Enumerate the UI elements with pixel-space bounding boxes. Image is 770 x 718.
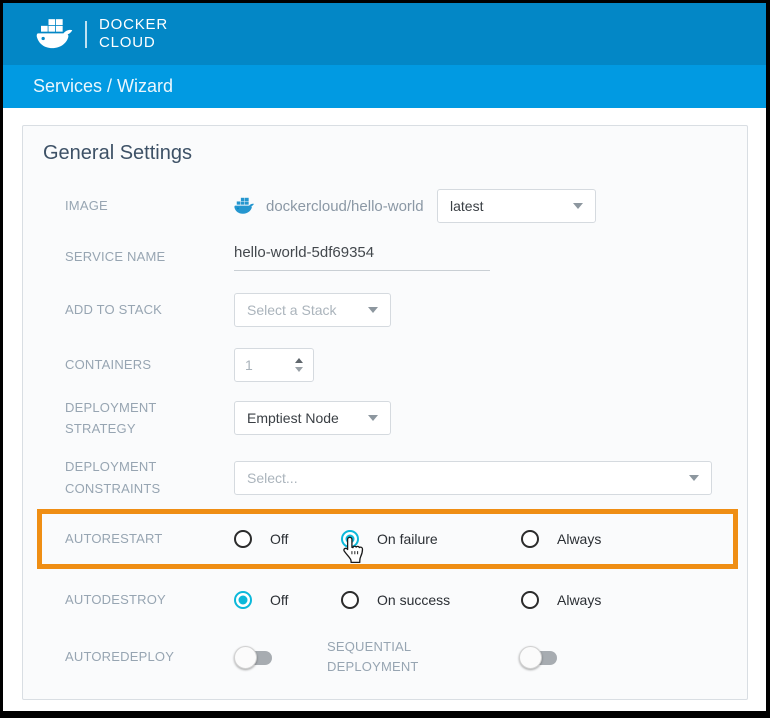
autorestart-label: AUTORESTART: [65, 528, 234, 549]
radio-option-label: On failure: [377, 531, 438, 547]
docker-image-icon: [234, 197, 256, 216]
chevron-down-icon: [573, 203, 583, 209]
general-settings-panel: General Settings IMAGE dockercloud/hello…: [22, 125, 748, 700]
stack-row: ADD TO STACK Select a Stack: [23, 293, 747, 327]
constraints-select[interactable]: Select...: [234, 461, 712, 495]
toggle-knob: [519, 646, 542, 669]
sequential-deployment-toggle[interactable]: [519, 646, 557, 669]
stack-select[interactable]: Select a Stack: [234, 293, 391, 327]
breadcrumb-bar: Services / Wizard: [3, 65, 766, 108]
autodestroy-option-always[interactable]: Always: [521, 591, 601, 609]
strategy-row: DEPLOYMENT STRATEGY Emptiest Node: [23, 401, 747, 435]
radio-option-label: Always: [557, 592, 601, 608]
docker-whale-icon: [36, 18, 76, 52]
autorestart-option-off[interactable]: Off: [234, 530, 341, 548]
radio-icon: [521, 530, 539, 548]
stack-label: ADD TO STACK: [65, 299, 234, 320]
increment-icon[interactable]: [295, 358, 303, 363]
image-label: IMAGE: [65, 195, 234, 216]
autorestart-option-on-failure[interactable]: On failure: [341, 530, 521, 548]
image-tag-value: latest: [450, 198, 483, 214]
autorestart-option-always[interactable]: Always: [521, 530, 601, 548]
toggle-knob: [234, 646, 257, 669]
autodestroy-option-on-success[interactable]: On success: [341, 591, 521, 609]
radio-icon: [521, 591, 539, 609]
breadcrumb: Services / Wizard: [33, 76, 173, 97]
constraints-label: DEPLOYMENT CONSTRAINTS: [65, 456, 234, 499]
image-row: IMAGE dockercloud/hello-world latest: [23, 189, 747, 223]
radio-option-label: Always: [557, 531, 601, 547]
top-bar: DOCKER CLOUD: [3, 3, 766, 65]
strategy-value: Emptiest Node: [247, 410, 339, 426]
containers-value: 1: [245, 357, 295, 373]
strategy-select[interactable]: Emptiest Node: [234, 401, 391, 435]
chevron-down-icon: [368, 415, 378, 421]
containers-stepper[interactable]: 1: [234, 348, 314, 382]
radio-icon: [234, 530, 252, 548]
page-title: General Settings: [43, 142, 747, 170]
service-name-label: SERVICE NAME: [65, 246, 234, 267]
service-name-row: SERVICE NAME: [23, 241, 747, 273]
radio-option-label: On success: [377, 592, 450, 608]
service-name-input[interactable]: [234, 244, 490, 271]
app-window: DOCKER CLOUD Services / Wizard General S…: [0, 0, 770, 718]
image-tag-select[interactable]: latest: [437, 189, 596, 223]
autoredeploy-label: AUTOREDEPLOY: [65, 646, 234, 667]
containers-label: CONTAINERS: [65, 354, 234, 375]
sequential-deployment-label: SEQUENTIAL DEPLOYMENT: [327, 637, 439, 677]
decrement-icon[interactable]: [295, 367, 303, 372]
radio-icon: [341, 591, 359, 609]
docker-cloud-logo[interactable]: DOCKER CLOUD: [36, 16, 168, 52]
constraints-placeholder: Select...: [247, 470, 298, 486]
brand-line1: DOCKER: [99, 16, 168, 34]
constraints-row: DEPLOYMENT CONSTRAINTS Select...: [23, 460, 747, 495]
autodestroy-option-off[interactable]: Off: [234, 591, 341, 609]
autorestart-row-highlight: AUTORESTART Off On failure Always: [37, 509, 738, 569]
radio-icon: [341, 530, 359, 548]
radio-option-label: Off: [270, 592, 288, 608]
autoredeploy-row: AUTOREDEPLOY SEQUENTIAL DEPLOYMENT: [23, 638, 747, 676]
strategy-label: DEPLOYMENT STRATEGY: [65, 397, 234, 440]
radio-icon: [234, 591, 252, 609]
image-repo: dockercloud/hello-world: [266, 198, 426, 215]
brand-text: DOCKER CLOUD: [99, 16, 168, 52]
stepper-arrows: [295, 358, 303, 372]
brand-line2: CLOUD: [99, 34, 168, 52]
radio-option-label: Off: [270, 531, 288, 547]
autodestroy-label: AUTODESTROY: [65, 589, 234, 610]
autodestroy-row: AUTODESTROY Off On success Always: [23, 583, 747, 617]
chevron-down-icon: [689, 475, 699, 481]
image-control: dockercloud/hello-world latest: [234, 189, 596, 223]
containers-row: CONTAINERS 1: [23, 348, 747, 382]
stack-placeholder: Select a Stack: [247, 302, 337, 318]
chevron-down-icon: [368, 307, 378, 313]
autoredeploy-toggle[interactable]: [234, 646, 272, 669]
brand-divider: [85, 21, 87, 48]
